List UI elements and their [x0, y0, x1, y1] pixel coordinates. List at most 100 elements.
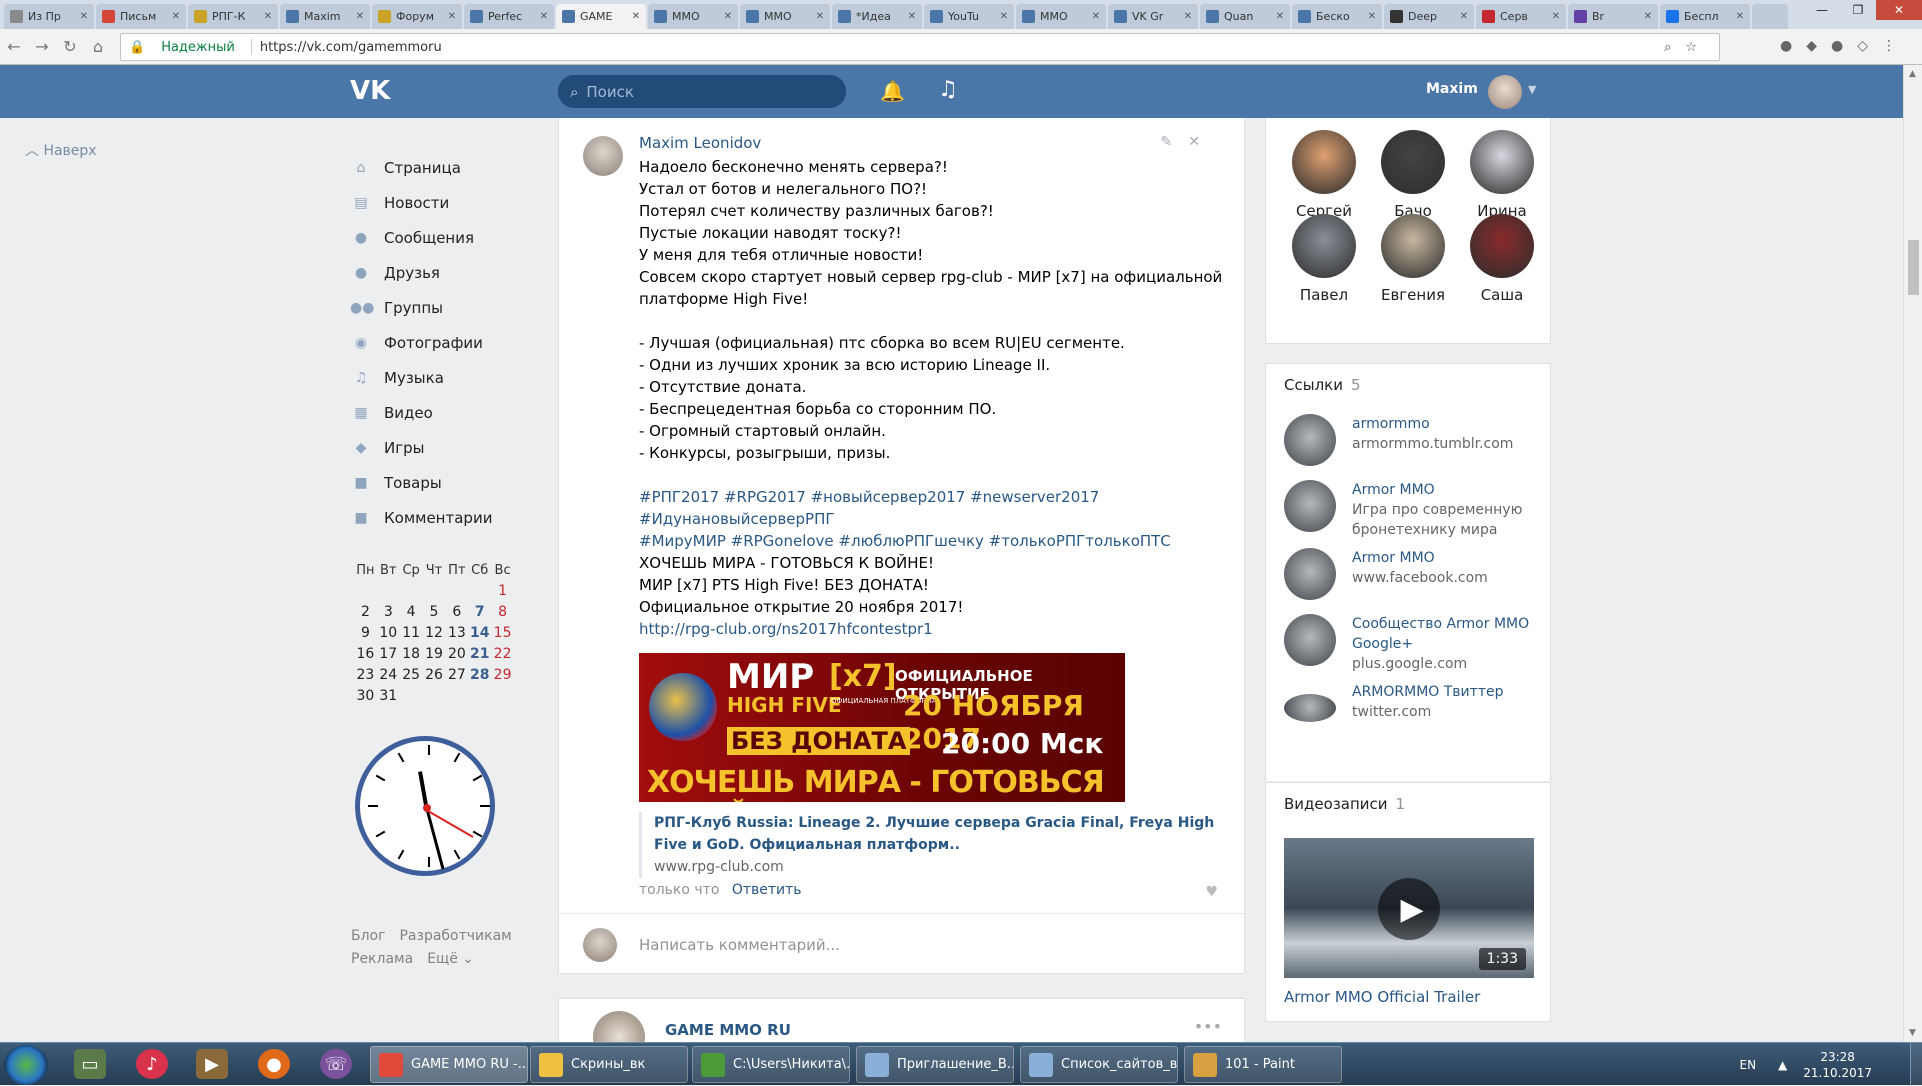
calendar-day[interactable]: 30: [354, 686, 377, 707]
minimize-button[interactable]: —: [1804, 0, 1840, 20]
tab-close-icon[interactable]: ✕: [724, 11, 732, 22]
calendar-day[interactable]: 26: [423, 665, 446, 686]
comment-input[interactable]: Написать комментарий...: [639, 936, 840, 954]
friend-name[interactable]: Павел: [1284, 286, 1364, 304]
tab-close-icon[interactable]: ✕: [1000, 11, 1008, 22]
calendar-day[interactable]: 3: [377, 602, 400, 623]
menu-icon[interactable]: ⋮: [1882, 38, 1896, 54]
vk-logo[interactable]: VK: [350, 76, 390, 106]
tab-close-icon[interactable]: ✕: [908, 11, 916, 22]
scroll-up-icon[interactable]: ▲: [1909, 69, 1916, 79]
menu-item-4[interactable]: ●● Группы: [350, 290, 540, 325]
avatar[interactable]: [1488, 75, 1522, 109]
calendar-day[interactable]: 21: [468, 644, 491, 665]
scroll-down-icon[interactable]: ▼: [1909, 1028, 1916, 1038]
zoom-and-bookmark-icons[interactable]: ⌕☆: [1664, 40, 1719, 55]
taskbar-button[interactable]: GAME MMO RU -...: [370, 1046, 528, 1083]
post-hashtag-line[interactable]: #ИдунановыйсерверРПГ: [639, 508, 1229, 530]
tab-close-icon[interactable]: ✕: [1092, 11, 1100, 22]
tab-close-icon[interactable]: ✕: [1644, 11, 1652, 22]
armor-shield-icon[interactable]: [1284, 548, 1336, 600]
tab-close-icon[interactable]: ✕: [816, 11, 824, 22]
friend-avatar[interactable]: [1292, 130, 1356, 194]
link-name[interactable]: Сообщество Armor MMO Google+: [1352, 614, 1547, 654]
link-name[interactable]: armormmo: [1352, 414, 1547, 434]
url-input[interactable]: 🔒 Надежный https://vk.com/gamemmoru ⌕☆: [120, 33, 1720, 61]
calendar-day[interactable]: 23: [354, 665, 377, 686]
scroll-thumb[interactable]: [1908, 240, 1919, 295]
calendar-day[interactable]: 8: [491, 602, 514, 623]
calendar-day[interactable]: 2: [354, 602, 377, 623]
menu-item-0[interactable]: ⌂ Страница: [350, 150, 540, 185]
video-thumbnail[interactable]: ▶ 1:33: [1284, 838, 1534, 978]
calendar-day[interactable]: 19: [423, 644, 446, 665]
calendar-day[interactable]: 27: [445, 665, 468, 686]
heart-icon[interactable]: ♥: [1205, 884, 1218, 900]
link-name[interactable]: Armor MMO: [1352, 480, 1547, 500]
music-note-icon[interactable]: ♫: [938, 77, 958, 102]
calendar-day[interactable]: 13: [445, 623, 468, 644]
play-icon[interactable]: ▶: [1378, 878, 1440, 940]
friend-avatar[interactable]: [1470, 214, 1534, 278]
taskbar-button[interactable]: Приглашение_В...: [856, 1046, 1014, 1083]
calendar-day[interactable]: 14: [468, 623, 491, 644]
tab-close-icon[interactable]: ✕: [1460, 11, 1468, 22]
browser-tab[interactable]: Письм ✕: [96, 4, 186, 29]
tab-close-icon[interactable]: ✕: [1184, 11, 1192, 22]
tab-close-icon[interactable]: ✕: [1552, 11, 1560, 22]
friend-avatar[interactable]: [1381, 130, 1445, 194]
chevron-down-icon[interactable]: ▼: [1528, 83, 1536, 96]
friend-item[interactable]: Сергей: [1284, 130, 1364, 220]
armor-shield-icon[interactable]: [1284, 414, 1336, 466]
browser-tab[interactable]: Perfec ✕: [464, 4, 554, 29]
calendar-day[interactable]: 1: [491, 581, 514, 602]
show-desktop-button[interactable]: [1910, 1043, 1922, 1086]
friend-name[interactable]: Саша: [1462, 286, 1542, 304]
menu-item-8[interactable]: ◆ Игры: [350, 430, 540, 465]
calendar-day[interactable]: 29: [491, 665, 514, 686]
menu-item-6[interactable]: ♫ Музыка: [350, 360, 540, 395]
footer-link[interactable]: Разработчикам: [399, 928, 511, 944]
tab-close-icon[interactable]: ✕: [356, 11, 364, 22]
menu-item-2[interactable]: ● Сообщения: [350, 220, 540, 255]
media-player-icon[interactable]: ▶: [196, 1049, 228, 1079]
post-banner-image[interactable]: МИР [x7] ОФИЦИАЛЬНОЕ ОТКРЫТИЕ HIGH FIVE …: [639, 653, 1125, 802]
calendar-day[interactable]: 7: [468, 602, 491, 623]
home-browser-icon[interactable]: ⌂: [84, 37, 112, 56]
calendar-day[interactable]: 20: [445, 644, 468, 665]
page-scrollbar[interactable]: ▲ ▼: [1903, 65, 1922, 1042]
maximize-button[interactable]: ❐: [1840, 0, 1876, 20]
browser-tab[interactable]: Maxim ✕: [280, 4, 370, 29]
menu-item-5[interactable]: ◉ Фотографии: [350, 325, 540, 360]
browser-tab[interactable]: Форум ✕: [372, 4, 462, 29]
friend-item[interactable]: Ирина: [1462, 130, 1542, 220]
menu-item-10[interactable]: ■ Комментарии: [350, 500, 540, 535]
post-time[interactable]: только что: [639, 882, 719, 898]
clock-readout[interactable]: 23:28 21.10.2017: [1803, 1049, 1872, 1081]
browser-tab[interactable]: GAME ✕: [556, 4, 646, 29]
calendar-day[interactable]: 31: [377, 686, 400, 707]
lastpass-icon[interactable]: ●: [1831, 38, 1843, 54]
browser-tab[interactable]: ММО ✕: [648, 4, 738, 29]
itunes-icon[interactable]: ♪: [136, 1049, 168, 1079]
armor-shield-icon[interactable]: [1284, 480, 1336, 532]
calendar-day[interactable]: 17: [377, 644, 400, 665]
close-window-button[interactable]: ✕: [1876, 0, 1922, 20]
calendar-day[interactable]: 15: [491, 623, 514, 644]
post-hashtag-line[interactable]: #РПГ2017 #RPG2017 #новыйсервер2017 #news…: [639, 486, 1229, 508]
post-author[interactable]: Maxim Leonidov: [639, 134, 761, 152]
next-post-author[interactable]: GAME MMO RU: [665, 1021, 791, 1039]
footer-link[interactable]: Блог: [351, 928, 385, 944]
tab-close-icon[interactable]: ✕: [1736, 11, 1744, 22]
taskbar-button[interactable]: C:\Users\Никита\...: [692, 1046, 850, 1083]
browser-tab[interactable]: Deep ✕: [1384, 4, 1474, 29]
friend-item[interactable]: Евгения: [1373, 214, 1453, 304]
new-tab-button[interactable]: [1752, 4, 1788, 29]
tab-close-icon[interactable]: ✕: [540, 11, 548, 22]
to-top-button[interactable]: ︿ Наверх: [25, 140, 97, 160]
calendar-day[interactable]: 4: [400, 602, 423, 623]
link-name[interactable]: Armor MMO: [1352, 548, 1547, 568]
taskbar-button[interactable]: Скрины_вк: [530, 1046, 688, 1083]
browser-tab[interactable]: Серв ✕: [1476, 4, 1566, 29]
armor-shield-icon[interactable]: [1284, 614, 1336, 666]
